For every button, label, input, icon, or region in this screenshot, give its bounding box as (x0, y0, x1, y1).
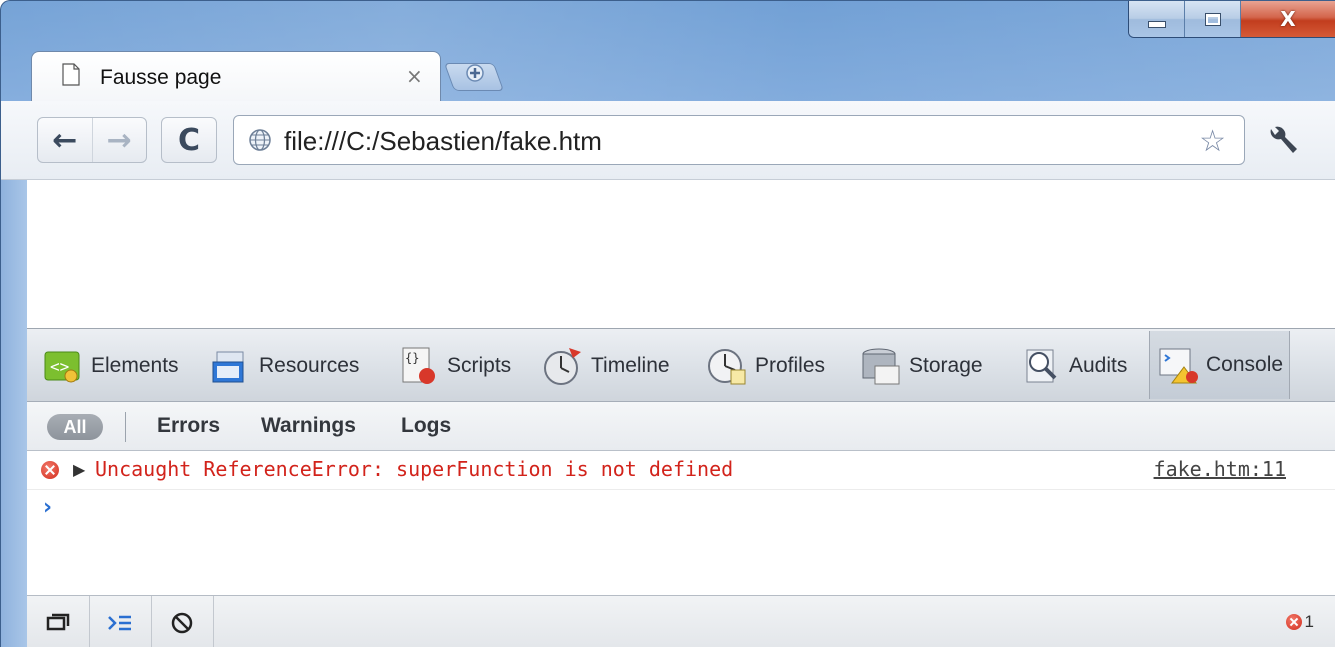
devtools-panel: <> Elements Resources {} Scripts Timelin… (27, 328, 1335, 647)
window-frame-left (1, 180, 27, 647)
dock-button[interactable] (27, 596, 90, 647)
timeline-icon (544, 348, 581, 385)
wrench-icon[interactable] (1263, 123, 1303, 159)
elements-icon: <> (44, 351, 80, 383)
console-icon (1159, 348, 1198, 384)
tab-storage-label: Storage (909, 354, 983, 377)
source-link[interactable]: fake.htm:11 (1154, 457, 1286, 481)
dock-icon (46, 613, 70, 631)
window-controls: X (1128, 1, 1335, 38)
tab-title: Fausse page (100, 66, 222, 89)
filter-warnings[interactable]: Warnings (261, 414, 356, 438)
browser-window: X Fausse page × ← → C file:///C:/Sebasti… (0, 0, 1335, 647)
tab-console[interactable]: Console (1149, 331, 1291, 399)
plus-icon (466, 64, 484, 82)
audits-icon (1026, 349, 1057, 383)
address-bar[interactable]: file:///C:/Sebastien/fake.htm ☆ (233, 115, 1245, 165)
tab-elements-label: Elements (91, 354, 179, 377)
devtools-toolbar: <> Elements Resources {} Scripts Timelin… (27, 329, 1335, 402)
browser-tab[interactable]: Fausse page × (31, 51, 441, 103)
tab-profiles-label: Profiles (755, 354, 826, 377)
tab-scripts-label: Scripts (447, 354, 512, 377)
expand-arrow-icon[interactable]: ▶ (73, 460, 85, 479)
url-text: file:///C:/Sebastien/fake.htm (284, 126, 602, 156)
navigation-toolbar: ← → C file:///C:/Sebastien/fake.htm ☆ (1, 101, 1335, 180)
tab-console-label: Console (1206, 353, 1284, 376)
tab-profiles[interactable]: Profiles (705, 339, 825, 393)
filter-errors[interactable]: Errors (157, 414, 220, 438)
console-drawer-icon (108, 615, 131, 631)
devtools-status-bar: 1 (27, 595, 1335, 647)
back-button[interactable]: ← (38, 118, 93, 162)
tab-audits-label: Audits (1069, 354, 1128, 377)
scripts-icon: {} (402, 347, 435, 384)
tab-timeline[interactable]: Timeline (541, 339, 670, 393)
page-content (27, 180, 1335, 328)
close-window-button[interactable]: X (1241, 1, 1335, 37)
tab-resources-label: Resources (259, 354, 360, 377)
forward-button[interactable]: → (93, 118, 147, 162)
error-icon (41, 461, 59, 479)
tab-elements[interactable]: <> Elements (41, 339, 179, 393)
error-count: 1 (1304, 612, 1314, 631)
close-icon: X (1280, 7, 1296, 31)
error-count-badge[interactable]: 1 (1285, 612, 1314, 632)
tab-audits[interactable]: Audits (1019, 339, 1127, 393)
console-prompt[interactable]: › (43, 495, 52, 520)
filter-divider (125, 412, 126, 442)
page-icon (62, 63, 80, 86)
error-count-icon (1285, 614, 1302, 630)
console-toggle-button[interactable] (89, 596, 152, 647)
storage-icon (862, 348, 900, 385)
tab-close-icon[interactable]: × (406, 64, 423, 88)
clear-console-button[interactable] (151, 596, 214, 647)
filter-all[interactable]: All (47, 414, 103, 440)
reload-button[interactable]: C (161, 117, 217, 163)
minimize-button[interactable] (1129, 1, 1185, 37)
tab-storage[interactable]: Storage (859, 339, 983, 393)
error-message-text: Uncaught ReferenceError: superFunction i… (95, 457, 734, 481)
svg-text:{}: {} (405, 351, 419, 365)
back-forward-group: ← → (37, 117, 147, 163)
minimize-icon (1147, 20, 1166, 28)
tab-scripts[interactable]: {} Scripts (397, 339, 511, 393)
bookmark-star-icon[interactable]: ☆ (1199, 124, 1226, 159)
resources-icon (212, 351, 244, 383)
filter-logs[interactable]: Logs (401, 414, 451, 438)
console-message: ▶ Uncaught ReferenceError: superFunction… (27, 451, 1335, 490)
clear-icon (171, 612, 193, 634)
maximize-button[interactable] (1185, 1, 1241, 37)
tab-timeline-label: Timeline (591, 354, 670, 377)
profiles-icon (708, 349, 746, 385)
tab-resources[interactable]: Resources (209, 339, 359, 393)
console-filter-bar: All Errors Warnings Logs (27, 402, 1335, 451)
globe-icon (249, 129, 271, 151)
maximize-icon (1204, 12, 1221, 26)
